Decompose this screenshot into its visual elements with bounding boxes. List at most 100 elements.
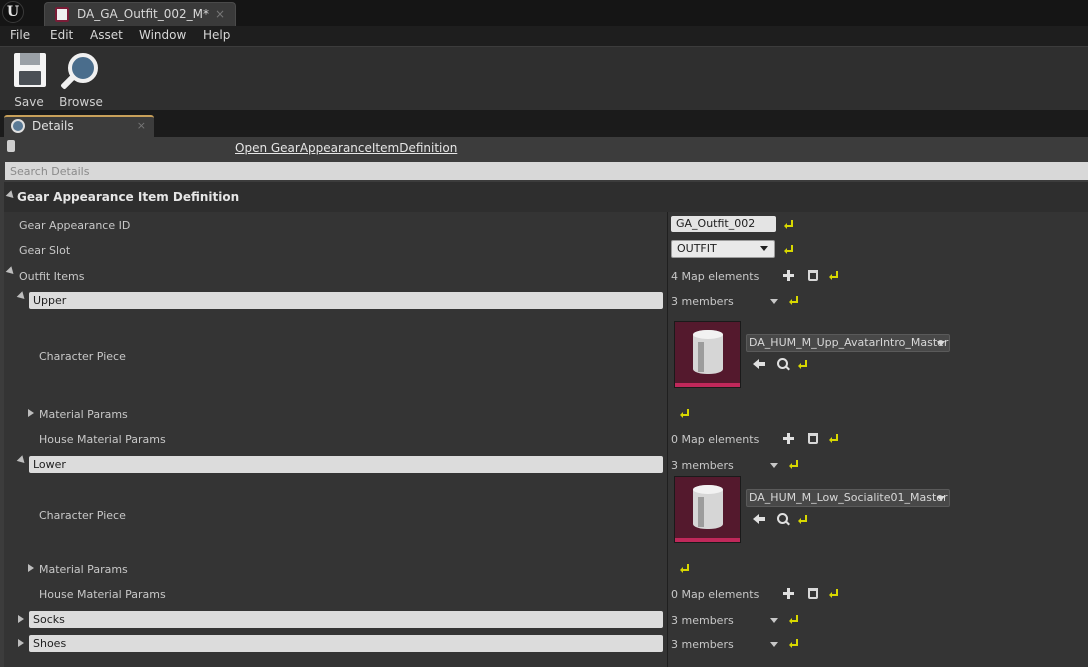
use-selected-arrow-icon[interactable]: [753, 513, 765, 525]
plus-icon[interactable]: [783, 270, 794, 281]
asset-picker-value: DA_HUM_M_Upp_AvatarIntro_Master: [749, 336, 949, 349]
magnifier-handle: [60, 74, 76, 90]
open-definition-link[interactable]: Open GearAppearanceItemDefinition: [235, 141, 457, 155]
title-bar: U DA_GA_Outfit_002_M* ×: [0, 0, 1088, 26]
cylinder-icon: [693, 330, 723, 374]
gear-appearance-id-field[interactable]: GA_Outfit_002: [671, 216, 776, 232]
tab-details[interactable]: Details ×: [4, 115, 154, 137]
collapse-arrow-icon[interactable]: [16, 291, 28, 302]
data-asset-icon: [55, 7, 69, 22]
panel-tab-row: Details ×: [0, 110, 1088, 137]
menu-edit[interactable]: Edit: [50, 28, 73, 42]
plus-icon[interactable]: [783, 588, 794, 599]
map-entry-lower: Lower 3 members: [4, 452, 1088, 478]
reset-to-default-icon[interactable]: [829, 271, 838, 280]
house-material-params-count: 0 Map elements: [671, 588, 760, 601]
unreal-logo-icon[interactable]: U: [2, 1, 24, 23]
map-key-field[interactable]: Lower: [29, 456, 663, 473]
asset-thumbnail[interactable]: [674, 321, 741, 388]
gear-slot-row: Gear Slot OUTFIT: [4, 237, 1088, 262]
menu-asset[interactable]: Asset: [90, 28, 123, 42]
find-in-browser-icon[interactable]: [777, 513, 788, 524]
trash-icon[interactable]: [808, 270, 818, 281]
reset-to-default-icon[interactable]: [784, 220, 793, 229]
reset-to-default-icon[interactable]: [680, 409, 689, 418]
reset-to-default-icon[interactable]: [789, 615, 798, 624]
expand-arrow-icon[interactable]: [18, 639, 24, 647]
search-details-input[interactable]: [5, 162, 1088, 180]
asset-thumbnail[interactable]: [674, 476, 741, 543]
house-material-params-row: House Material Params 0 Map elements: [4, 581, 1088, 607]
browse-button[interactable]: Browse: [56, 51, 106, 109]
close-details-icon[interactable]: ×: [137, 119, 146, 132]
outfit-items-count: 4 Map elements: [671, 270, 760, 283]
menu-bar: File Edit Asset Window Help: [0, 26, 1088, 46]
chevron-down-icon[interactable]: [770, 642, 778, 647]
map-key-field[interactable]: Shoes: [29, 635, 663, 652]
material-params-label: Material Params: [39, 563, 128, 576]
members-count: 3 members: [671, 614, 734, 627]
outfit-items-label: Outfit Items: [19, 270, 85, 283]
reset-to-default-icon[interactable]: [680, 564, 689, 573]
expand-arrow-icon[interactable]: [28, 564, 34, 572]
reset-to-default-icon[interactable]: [798, 360, 807, 369]
map-entry-upper: Upper 3 members: [4, 288, 1088, 314]
details-panel: Open GearAppearanceItemDefinition Gear A…: [0, 137, 1088, 667]
property-grid: Gear Appearance Item Definition Gear App…: [4, 182, 1088, 667]
house-material-params-label: House Material Params: [39, 588, 166, 601]
chevron-down-icon[interactable]: [770, 618, 778, 623]
floppy-disk-icon: [14, 53, 46, 87]
gear-slot-dropdown[interactable]: OUTFIT: [671, 240, 775, 258]
gear-appearance-id-row: Gear Appearance ID GA_Outfit_002: [4, 212, 1088, 237]
map-entry-shoes: Shoes 3 members: [4, 631, 1088, 655]
save-label: Save: [14, 95, 44, 109]
expand-arrow-icon[interactable]: [28, 409, 34, 417]
reset-to-default-icon[interactable]: [829, 589, 838, 598]
category-header[interactable]: Gear Appearance Item Definition: [4, 182, 1088, 212]
material-params-row: Material Params: [4, 555, 1088, 581]
reset-to-default-icon[interactable]: [784, 245, 793, 254]
reset-to-default-icon[interactable]: [789, 296, 798, 305]
reset-to-default-icon[interactable]: [829, 434, 838, 443]
plus-icon[interactable]: [783, 433, 794, 444]
asset-picker-dropdown[interactable]: DA_HUM_M_Upp_AvatarIntro_Master: [746, 334, 950, 352]
trash-icon[interactable]: [808, 433, 818, 444]
outfit-items-row: Outfit Items 4 Map elements: [4, 262, 1088, 288]
gear-slot-label: Gear Slot: [19, 244, 71, 257]
reset-to-default-icon[interactable]: [789, 639, 798, 648]
use-selected-arrow-icon[interactable]: [753, 358, 765, 370]
menu-window[interactable]: Window: [139, 28, 186, 42]
document-tab[interactable]: DA_GA_Outfit_002_M* ×: [44, 2, 236, 26]
find-in-browser-icon[interactable]: [777, 358, 788, 369]
lock-icon[interactable]: [7, 140, 15, 152]
reset-to-default-icon[interactable]: [798, 515, 807, 524]
collapse-arrow-icon[interactable]: [16, 455, 28, 466]
chevron-down-icon: [760, 246, 768, 251]
material-params-row: Material Params: [4, 400, 1088, 426]
character-piece-row: Character Piece DA_HUM_M_Low_Socialite01…: [4, 476, 1088, 555]
trash-icon[interactable]: [808, 588, 818, 599]
collapse-arrow-icon[interactable]: [5, 266, 17, 277]
character-piece-row: Character Piece DA_HUM_M_Upp_AvatarIntro…: [4, 314, 1088, 400]
asset-picker-dropdown[interactable]: DA_HUM_M_Low_Socialite01_Master: [746, 489, 950, 507]
menu-help[interactable]: Help: [203, 28, 230, 42]
members-count: 3 members: [671, 459, 734, 472]
chevron-down-icon[interactable]: [770, 463, 778, 468]
menu-file[interactable]: File: [10, 28, 30, 42]
map-entry-socks: Socks 3 members: [4, 607, 1088, 631]
reset-to-default-icon[interactable]: [789, 460, 798, 469]
chevron-down-icon: [937, 341, 945, 346]
character-piece-label: Character Piece: [39, 509, 126, 522]
chevron-down-icon[interactable]: [770, 299, 778, 304]
browse-label: Browse: [59, 95, 103, 109]
map-key-field[interactable]: Upper: [29, 292, 663, 309]
save-button[interactable]: Save: [4, 51, 54, 109]
toolbar: Save Browse: [0, 46, 1088, 110]
close-tab-icon[interactable]: ×: [215, 7, 225, 21]
collapse-arrow-icon[interactable]: [5, 190, 17, 201]
expand-arrow-icon[interactable]: [18, 615, 24, 623]
map-key-field[interactable]: Socks: [29, 611, 663, 628]
asset-type-bar: [675, 538, 740, 542]
chevron-down-icon: [937, 496, 945, 501]
character-piece-label: Character Piece: [39, 350, 126, 363]
